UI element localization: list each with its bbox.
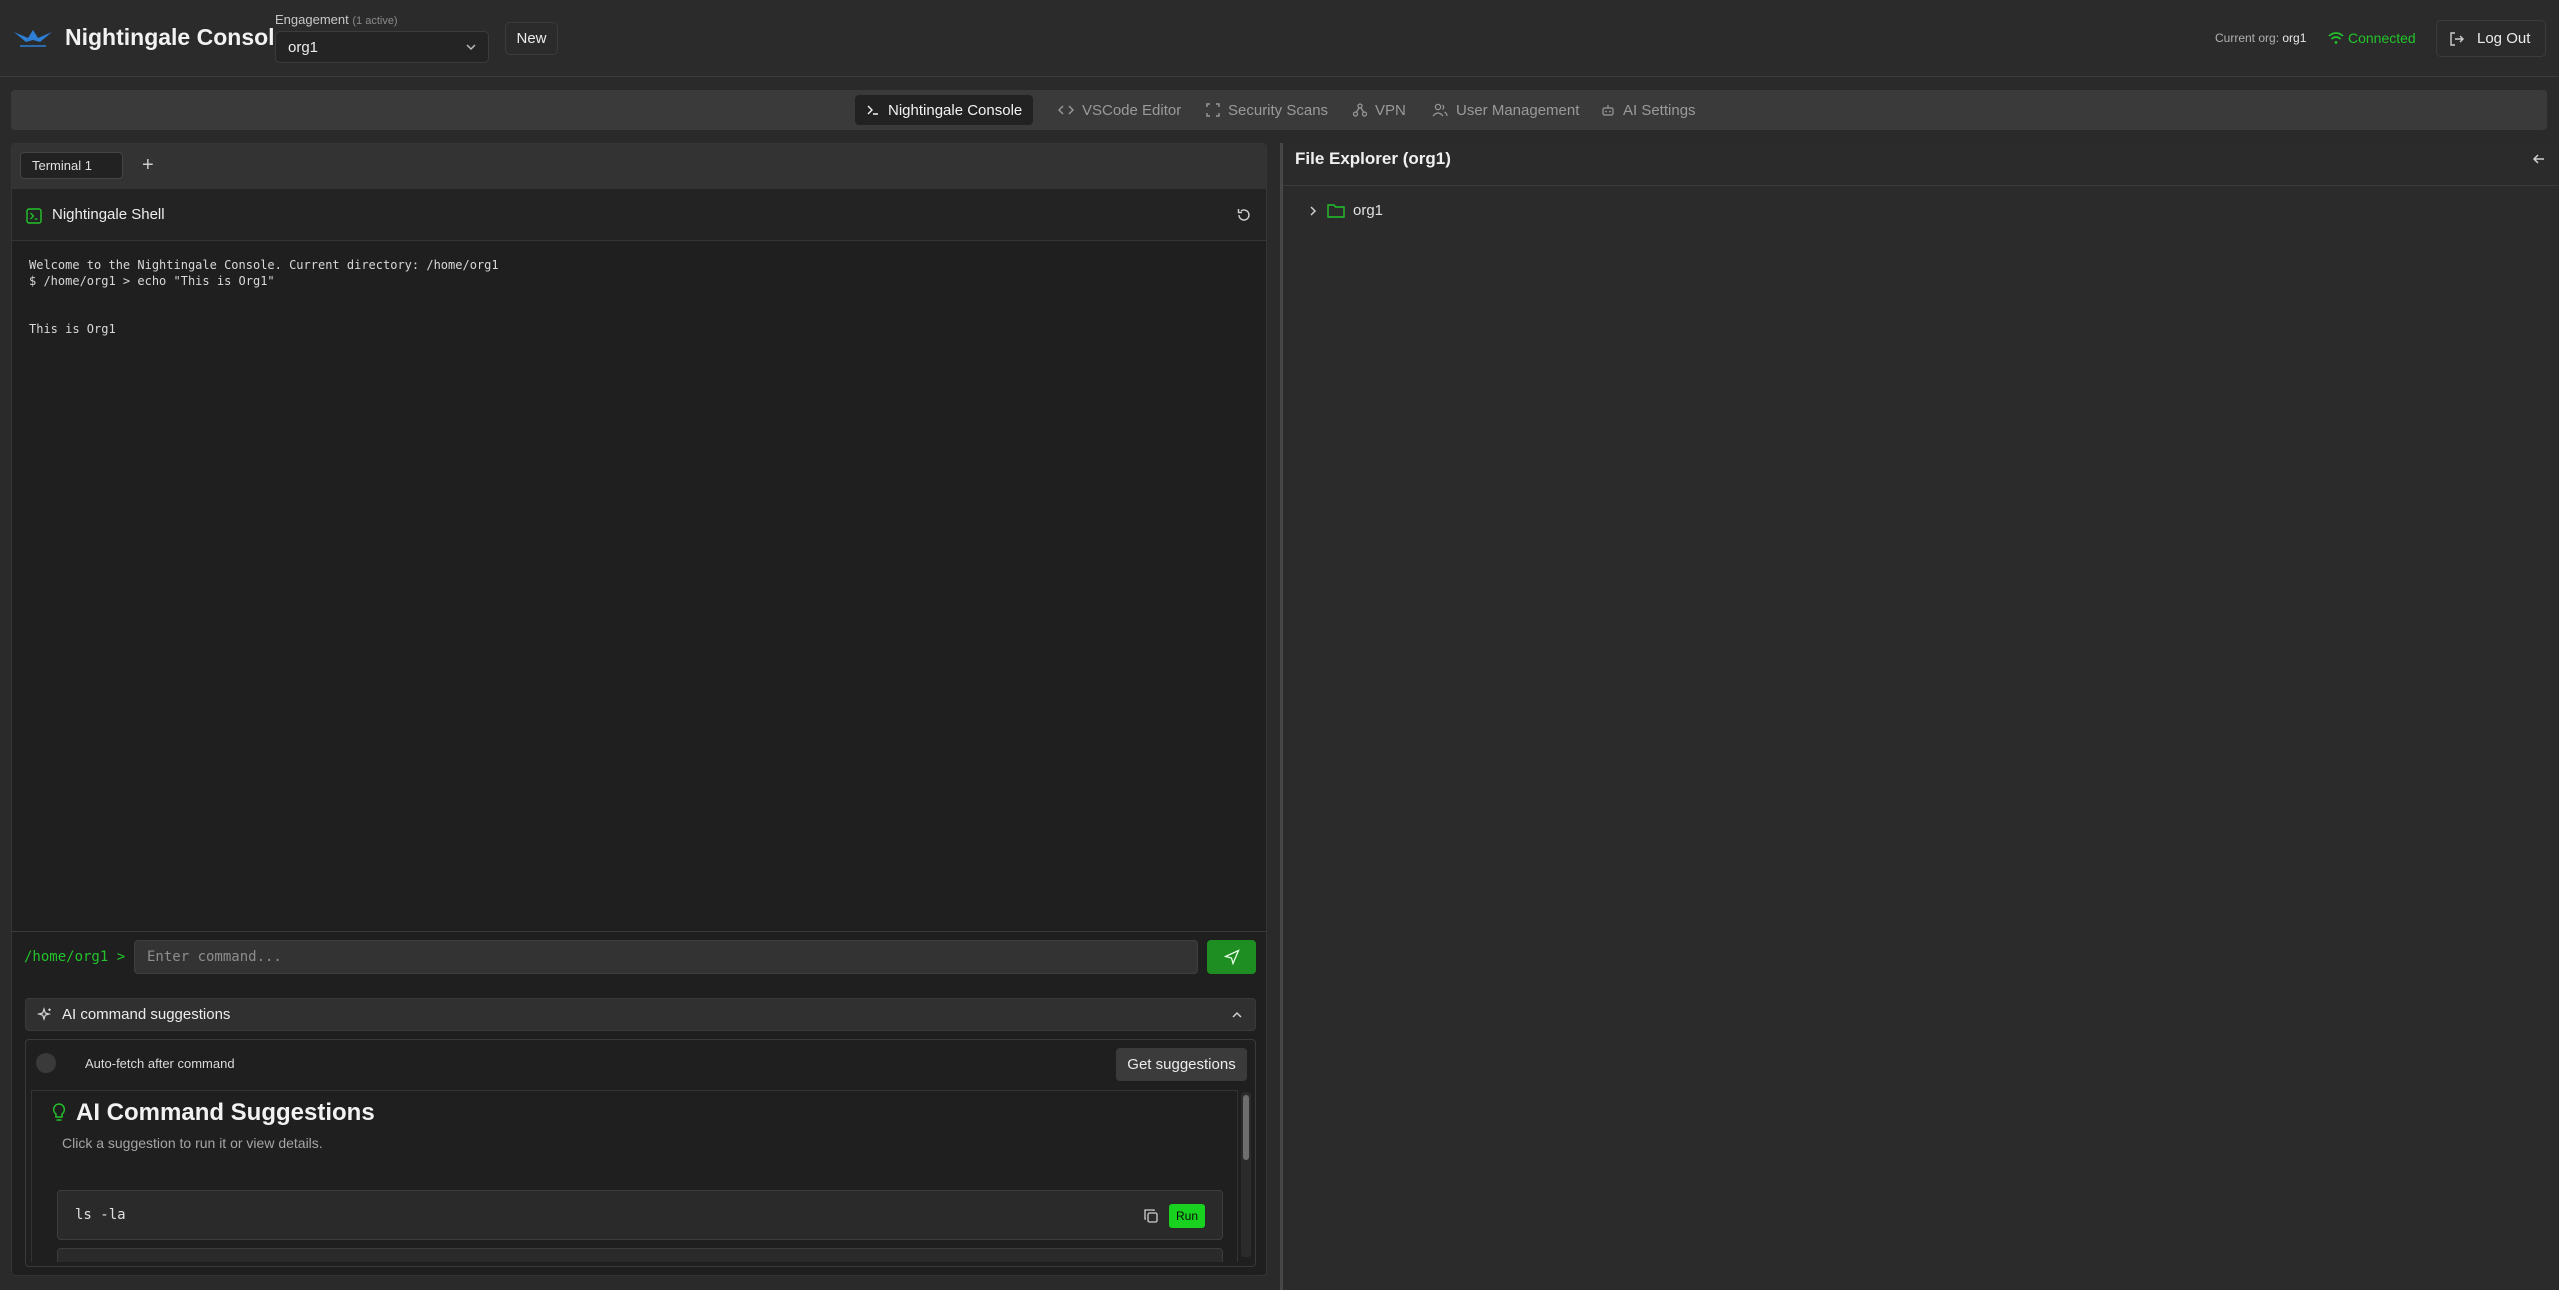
tab-vscode-editor[interactable]: VSCode Editor xyxy=(1047,95,1192,125)
connection-status: Connected xyxy=(2328,30,2416,46)
engagement-label: Engagement (1 active) xyxy=(275,12,398,27)
terminal-square-icon xyxy=(26,208,42,224)
engagement-select-value: org1 xyxy=(288,39,319,56)
tab-label: VPN xyxy=(1375,101,1406,119)
command-input[interactable] xyxy=(134,940,1198,974)
command-row: /home/org1 > xyxy=(12,931,1266,991)
suggestions-scroll-thumb[interactable] xyxy=(1243,1095,1249,1160)
terminal-output: Welcome to the Nightingale Console. Curr… xyxy=(29,258,499,336)
ai-suggestions-title: AI command suggestions xyxy=(62,1006,231,1023)
new-engagement-button[interactable]: New xyxy=(505,22,558,55)
app-header: Nightingale Console Engagement (1 active… xyxy=(0,0,2559,77)
auto-fetch-label: Auto-fetch after command xyxy=(85,1056,235,1071)
tab-nightingale-console[interactable]: Nightingale Console xyxy=(855,95,1034,125)
collapse-arrow-icon[interactable] xyxy=(2531,151,2547,167)
lightbulb-icon xyxy=(52,1103,66,1121)
logout-label: Log Out xyxy=(2477,30,2531,47)
file-explorer-panel: File Explorer (org1) org1 xyxy=(1283,143,2559,1290)
scan-icon xyxy=(1206,103,1220,117)
add-terminal-button[interactable]: + xyxy=(142,155,154,175)
chevron-down-icon xyxy=(466,44,476,51)
terminal-tab-1[interactable]: Terminal 1 xyxy=(20,152,123,179)
current-org-value: org1 xyxy=(2282,31,2307,45)
shell-header: Nightingale Shell xyxy=(12,189,1266,241)
chevron-up-icon xyxy=(1232,1011,1242,1018)
tab-user-management[interactable]: User Management xyxy=(1421,95,1590,125)
engagement-select[interactable]: org1 xyxy=(275,31,489,63)
tab-security-scans[interactable]: Security Scans xyxy=(1195,95,1339,125)
refresh-icon[interactable] xyxy=(1236,207,1252,223)
sparkles-icon xyxy=(37,1007,52,1021)
nightingale-logo xyxy=(14,30,52,47)
current-org-label: Current org: xyxy=(2215,31,2280,45)
command-prompt: /home/org1 > xyxy=(24,949,126,965)
shell-title: Nightingale Shell xyxy=(52,206,165,223)
send-icon xyxy=(1223,949,1240,965)
tab-ai-settings[interactable]: AI Settings xyxy=(1590,95,1707,125)
suggestions-subtitle: Click a suggestion to run it or view det… xyxy=(62,1135,323,1151)
suggestions-scrollbar[interactable] xyxy=(1241,1092,1251,1257)
terminal-icon xyxy=(867,105,878,115)
code-icon xyxy=(1058,105,1074,115)
suggestion-item-partial[interactable] xyxy=(57,1248,1223,1262)
terminal-panel: Terminal 1 + Nightingale Shell Welcome t… xyxy=(11,143,1267,1276)
tab-label: User Management xyxy=(1456,101,1580,119)
file-tree-node-label: org1 xyxy=(1353,202,1384,219)
chevron-right-icon xyxy=(1310,205,1317,216)
connection-status-text: Connected xyxy=(2348,30,2416,46)
engagement-count: (1 active) xyxy=(352,15,398,27)
suggestions-title: AI Command Suggestions xyxy=(76,1099,375,1126)
logout-icon xyxy=(2450,31,2464,46)
suggestions-heading: AI Command Suggestions xyxy=(52,1099,375,1127)
file-explorer-divider xyxy=(1283,185,2559,186)
ai-suggestions-header[interactable]: AI command suggestions xyxy=(25,998,1256,1031)
auto-fetch-toggle[interactable] xyxy=(36,1053,56,1073)
file-tree-node[interactable]: org1 xyxy=(1307,202,1383,219)
users-icon xyxy=(1432,103,1448,117)
bot-icon xyxy=(1602,105,1614,116)
app-title: Nightingale Console xyxy=(65,24,288,50)
main-nav: Nightingale Console VSCode Editor Securi… xyxy=(11,90,2547,130)
tab-label: Nightingale Console xyxy=(888,101,1023,119)
run-suggestion-button[interactable]: Run xyxy=(1169,1204,1205,1228)
logout-button[interactable]: Log Out xyxy=(2436,20,2546,57)
suggestion-item[interactable]: ls -la Run xyxy=(57,1190,1223,1240)
network-icon xyxy=(1353,103,1367,117)
wifi-icon xyxy=(2328,32,2344,44)
tab-vpn[interactable]: VPN xyxy=(1342,95,1417,125)
file-explorer-title: File Explorer (org1) xyxy=(1295,149,1451,168)
folder-icon xyxy=(1327,204,1345,218)
send-command-button[interactable] xyxy=(1207,940,1256,974)
current-org: Current org: org1 xyxy=(2215,31,2306,45)
terminal-tab-bar: Terminal 1 + xyxy=(12,144,1266,189)
copy-icon[interactable] xyxy=(1143,1208,1159,1224)
tab-label: Security Scans xyxy=(1228,101,1329,119)
tab-label: VSCode Editor xyxy=(1082,101,1182,119)
get-suggestions-button[interactable]: Get suggestions xyxy=(1116,1048,1247,1081)
ai-suggestions-body: Auto-fetch after command Get suggestions… xyxy=(25,1039,1256,1267)
suggestion-command: ls -la xyxy=(75,1207,126,1223)
engagement-label-text: Engagement xyxy=(275,12,349,27)
tab-label: AI Settings xyxy=(1623,101,1696,119)
suggestions-area: AI Command Suggestions Click a suggestio… xyxy=(31,1090,1238,1262)
